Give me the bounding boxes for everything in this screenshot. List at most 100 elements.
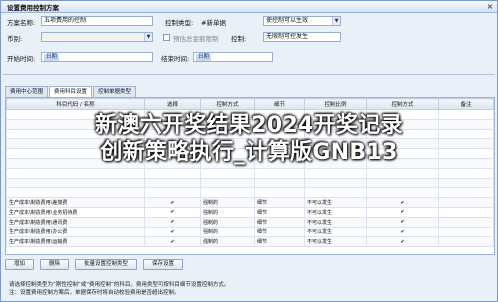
end-date-chip: 日期 [196, 54, 212, 61]
cell[interactable]: 不可以发生 [304, 236, 367, 248]
overlay-line: 新澳六开奖结果2024开奖记录 [95, 113, 403, 138]
cell[interactable] [366, 167, 439, 179]
cell[interactable] [304, 177, 367, 189]
table-row[interactable]: 生产成本\制造费用\通讯费 ✔ 强制的 细节 不可以发生 ✔ [6, 216, 494, 228]
note-line: 注：设置费用控制方案后，单据保存时将自动校验费用是否超出控制。 [9, 290, 180, 296]
table-row[interactable] [6, 187, 494, 199]
currency-label: 币别: [7, 35, 23, 43]
cell[interactable]: 不可以发生 [304, 197, 367, 208]
title-bar: 设置费用控制方案 × [1, 1, 497, 13]
row-check-icon[interactable]: ✔ [366, 216, 439, 228]
cell[interactable] [6, 167, 145, 179]
status-select-value: 使控制可以生效 [266, 17, 309, 24]
cell[interactable] [438, 197, 494, 208]
cell[interactable]: 不可以发生 [304, 206, 367, 218]
column-header[interactable]: 选择 [144, 98, 201, 110]
row-check-icon[interactable]: ✔ [144, 216, 201, 228]
start-time-input[interactable]: 日期 [41, 52, 153, 62]
batch-set-button[interactable]: 批量设置控制类型 [75, 259, 138, 270]
cell[interactable]: 强制的 [200, 226, 255, 238]
row-check-icon[interactable]: ✔ [366, 206, 439, 218]
column-header[interactable]: 控制方式 [200, 98, 255, 110]
cell[interactable]: 强制的 [200, 216, 255, 228]
status-select[interactable]: 使控制可以生效 ▼ [263, 16, 341, 26]
cell[interactable]: 细节 [254, 216, 305, 228]
row-check-icon[interactable]: ✔ [144, 206, 201, 218]
row-check-icon[interactable]: ✔ [144, 197, 201, 208]
close-icon[interactable]: × [483, 2, 497, 11]
table-row[interactable]: 生产成本\制造费用\差旅费 ✔ 强制的 细节 不可以发生 ✔ [6, 197, 494, 208]
table-row[interactable] [6, 177, 494, 189]
cell[interactable]: 生产成本\制造费用\通讯费 [6, 216, 145, 228]
delete-button[interactable]: 删除 [40, 259, 70, 270]
cell[interactable] [200, 167, 255, 179]
amount-limit-checkbox[interactable] [163, 34, 170, 41]
cell[interactable]: 生产成本\制造费用\运输费 [6, 236, 145, 248]
table-row[interactable] [6, 167, 494, 179]
cell[interactable] [438, 167, 494, 179]
note-line: 请选择控制类型为“刚性控制”或“费用控制”的科目。费用类型可按科目细节设置控制方… [9, 282, 230, 288]
column-header[interactable]: 细节 [254, 98, 305, 110]
cell[interactable] [144, 187, 201, 199]
column-header[interactable]: 控制比例 [304, 98, 367, 110]
cell[interactable] [200, 187, 255, 199]
tab-expense-subjects[interactable]: 费用科目设置 [49, 86, 93, 97]
row-check-icon[interactable]: ✔ [144, 226, 201, 238]
table-row[interactable]: 生产成本\制造费用\业务招待费 ✔ 强制的 细节 不可以发生 ✔ [6, 206, 494, 218]
row-check-icon[interactable]: ✔ [144, 236, 201, 248]
table-row[interactable]: 生产成本\制造费用\办公费 ✔ 强制的 细节 不可以发生 ✔ [6, 226, 494, 238]
cell[interactable]: 细节 [254, 236, 305, 248]
cell[interactable] [144, 167, 201, 179]
cell[interactable]: 不可以发生 [304, 226, 367, 238]
save-settings-button[interactable]: 保存设置 [143, 259, 184, 270]
tab-cost-center[interactable]: 费用中心范围 [5, 86, 49, 97]
cell[interactable] [438, 236, 494, 248]
cell[interactable] [304, 167, 367, 179]
cell[interactable]: 细节 [254, 206, 305, 218]
row-check-icon[interactable]: ✔ [366, 197, 439, 208]
cell[interactable] [438, 187, 494, 199]
cell[interactable]: 生产成本\制造费用\办公费 [6, 226, 145, 238]
cell[interactable] [144, 177, 201, 189]
cell[interactable] [438, 177, 494, 189]
cell[interactable] [6, 177, 145, 189]
cell[interactable] [438, 226, 494, 238]
cell[interactable]: 细节 [254, 197, 305, 208]
tab-document-types[interactable]: 控制单据类型 [93, 86, 137, 97]
cell[interactable]: 强制的 [200, 236, 255, 248]
cell[interactable]: 生产成本\制造费用\差旅费 [6, 197, 145, 208]
column-header[interactable]: 备注 [438, 98, 494, 110]
watermark-overlay: 新澳六开奖结果2024开奖记录 创新策略执行_计算版GNB13 [0, 112, 498, 166]
end-time-input[interactable]: 日期 [193, 52, 273, 62]
add-button[interactable]: 增加 [5, 259, 35, 270]
column-header[interactable]: 控制方式 [366, 98, 439, 110]
table-row[interactable]: 生产成本\制造费用\运输费 ✔ 强制的 细节 不可以发生 ✔ [6, 236, 494, 248]
cell[interactable]: 不可以发生 [304, 216, 367, 228]
scheme-name-input[interactable]: 五项费用的控制 [41, 16, 153, 26]
cell[interactable]: 生产成本\制造费用\业务招待费 [6, 206, 145, 218]
cell[interactable]: 强制的 [200, 206, 255, 218]
cell[interactable] [438, 206, 494, 218]
cell[interactable] [254, 187, 305, 199]
cell[interactable]: 强制的 [200, 197, 255, 208]
row-check-icon[interactable]: ✔ [366, 226, 439, 238]
cell[interactable] [6, 187, 145, 199]
cell[interactable] [366, 187, 439, 199]
chevron-down-icon[interactable]: ▼ [144, 33, 152, 41]
cell[interactable]: 细节 [254, 226, 305, 238]
cell[interactable] [254, 177, 305, 189]
cell[interactable] [438, 216, 494, 228]
chevron-down-icon[interactable]: ▼ [332, 17, 340, 25]
control-type-label: 控制类型: [165, 19, 194, 27]
cell[interactable] [366, 177, 439, 189]
dialog-title: 设置费用控制方案 [7, 3, 59, 12]
row-check-icon[interactable]: ✔ [366, 236, 439, 248]
cell[interactable] [200, 177, 255, 189]
column-header[interactable]: 科目代码 / 名称 [6, 98, 145, 110]
control-label: 控制: [231, 35, 247, 43]
currency-select[interactable]: ▼ [41, 32, 153, 42]
cell[interactable] [304, 187, 367, 199]
start-time-label: 开始时间: [7, 55, 36, 63]
cell[interactable] [254, 167, 305, 179]
control-input[interactable]: 无限制可控发生 [263, 32, 341, 42]
